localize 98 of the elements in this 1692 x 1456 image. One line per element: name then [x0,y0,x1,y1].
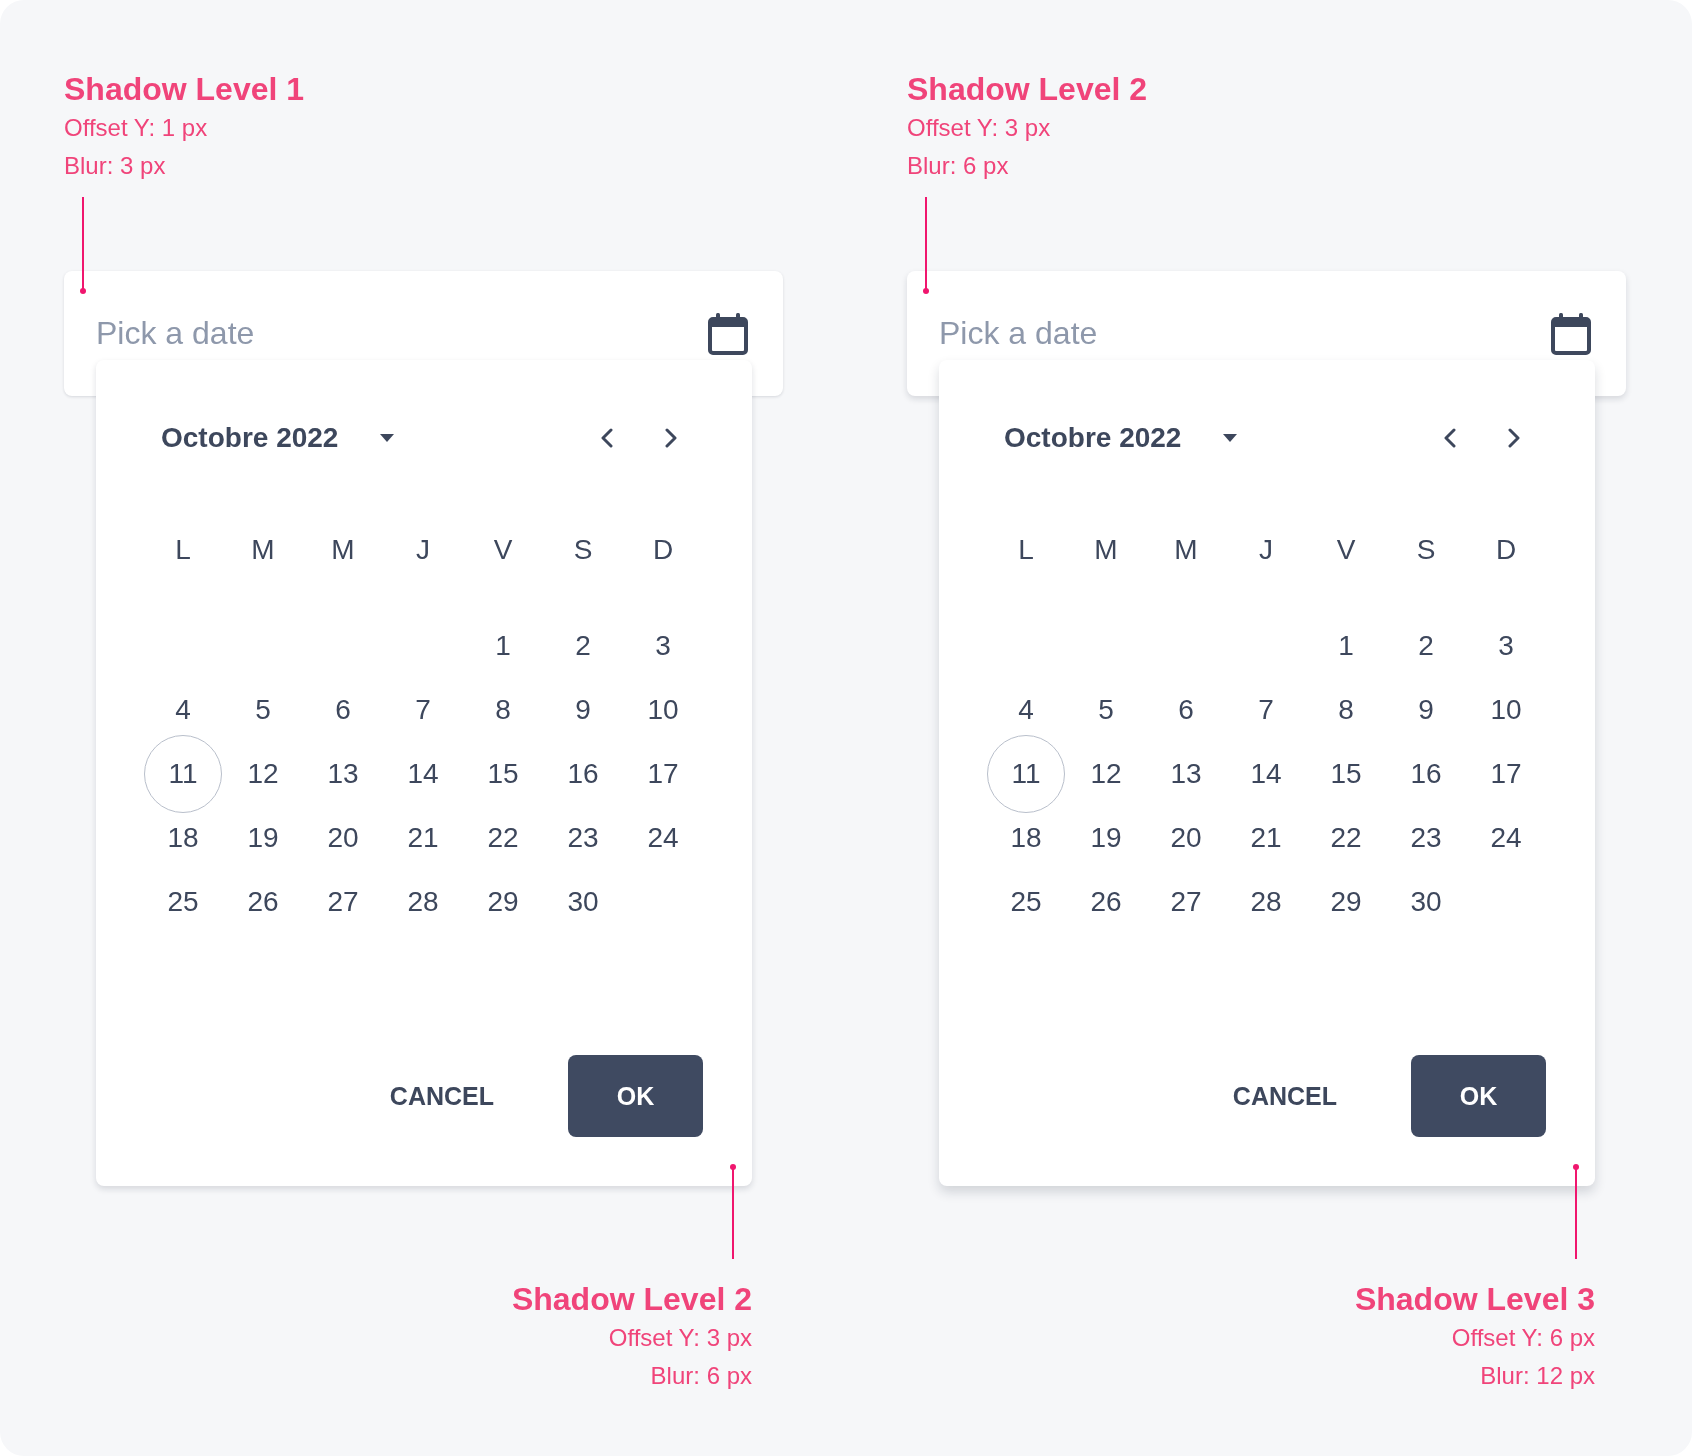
calendar-day[interactable]: 2 [1418,629,1434,663]
chevron-right-icon [665,428,677,448]
ok-button[interactable]: OK [568,1055,703,1137]
calendar-day[interactable]: 1 [1338,629,1354,663]
calendar-day[interactable]: 15 [1330,757,1362,791]
offset-label: Offset Y: 6 px [1451,1324,1595,1351]
annotation-title: Shadow Level 3 [1354,1281,1595,1317]
calendar-day[interactable]: 2 [575,629,591,663]
calendar-day[interactable]: 26 [1090,885,1122,919]
weekday-label: M [331,534,355,566]
calendar-day[interactable]: 19 [1090,821,1122,855]
calendar-day[interactable]: 13 [327,757,359,791]
calendar-day[interactable]: 29 [487,885,519,919]
calendar-day[interactable]: 8 [1338,693,1354,727]
weekday-label: L [175,534,191,566]
calendar-day[interactable]: 6 [335,693,351,727]
annotation-title: Shadow Level 2 [511,1281,752,1317]
chevron-left-icon [1444,428,1456,448]
calendar-day[interactable]: 26 [247,885,279,919]
calendar-day[interactable]: 14 [407,757,439,791]
calendar-day[interactable]: 20 [327,821,359,855]
calendar-day[interactable]: 7 [415,693,431,727]
weekday-label: M [1174,534,1198,566]
calendar-day[interactable]: 4 [1018,693,1034,727]
ok-button[interactable]: OK [1411,1055,1546,1137]
weekday-label: J [1259,534,1273,566]
caret-down-icon [1223,434,1238,442]
calendar-day[interactable]: 6 [1178,693,1194,727]
calendar-day[interactable]: 12 [247,757,279,791]
calendar-day[interactable]: 15 [487,757,519,791]
calendar-day[interactable]: 23 [1410,821,1442,855]
calendar-day[interactable]: 3 [1498,629,1514,663]
calendar-day[interactable]: 28 [1250,885,1282,919]
weekday-label: V [493,534,513,566]
calendar-day[interactable]: 21 [1250,821,1282,855]
calendar-day[interactable]: 5 [255,693,271,727]
calendar-day[interactable]: 27 [1170,885,1202,919]
calendar-day[interactable]: 24 [1490,821,1522,855]
chevron-left-icon [601,428,613,448]
offset-label: Offset Y: 1 px [64,114,208,141]
weekday-label: M [1094,534,1118,566]
calendar-day[interactable]: 16 [1410,757,1442,791]
calendar-day[interactable]: 8 [495,693,511,727]
weekday-label: M [251,534,275,566]
cancel-button[interactable]: CANCEL [1208,1055,1361,1137]
month-select[interactable]: Octobre 2022 [1004,422,1238,454]
calendar-day[interactable]: 7 [1258,693,1274,727]
month-select[interactable]: Octobre 2022 [161,422,395,454]
annotation-title: Shadow Level 1 [64,71,305,107]
blur-label: Blur: 6 px [650,1362,752,1389]
calendar-day[interactable]: 5 [1098,693,1114,727]
calendar-day[interactable]: 25 [167,885,199,919]
offset-label: Offset Y: 3 px [907,114,1051,141]
calendar-day[interactable]: 12 [1090,757,1122,791]
blur-label: Blur: 3 px [64,152,166,179]
calendar-day[interactable]: 3 [655,629,671,663]
calendar-day[interactable]: 10 [647,693,679,727]
calendar-icon[interactable] [708,313,748,355]
calendar-day[interactable]: 22 [1330,821,1362,855]
weekday-label: S [1416,534,1436,566]
weekday-label: V [1336,534,1356,566]
calendar-day[interactable]: 22 [487,821,519,855]
calendar-day[interactable]: 23 [567,821,599,855]
calendar-day[interactable]: 14 [1250,757,1282,791]
calendar-day[interactable]: 25 [1010,885,1042,919]
weekday-label: L [1018,534,1034,566]
weekday-label: S [573,534,593,566]
calendar-day[interactable]: 20 [1170,821,1202,855]
caret-down-icon [380,434,395,442]
calendar-day[interactable]: 4 [175,693,191,727]
weekday-label: D [652,534,674,566]
calendar-day[interactable]: 16 [567,757,599,791]
blur-label: Blur: 6 px [907,152,1009,179]
calendar-day[interactable]: 29 [1330,885,1362,919]
weekday-label: J [416,534,430,566]
cancel-button[interactable]: CANCEL [365,1055,518,1137]
calendar-day[interactable]: 24 [647,821,679,855]
calendar-day[interactable]: 30 [1410,885,1442,919]
calendar-icon[interactable] [1551,313,1591,355]
annotation-title: Shadow Level 2 [907,71,1148,107]
calendar-day[interactable]: 30 [567,885,599,919]
calendar-day[interactable]: 13 [1170,757,1202,791]
calendar-day[interactable]: 17 [1490,757,1522,791]
calendar-day[interactable]: 21 [407,821,439,855]
weekday-label: D [1495,534,1517,566]
calendar-day[interactable]: 10 [1490,693,1522,727]
calendar-day[interactable]: 27 [327,885,359,919]
calendar-day[interactable]: 9 [1418,693,1434,727]
calendar-day[interactable]: 18 [167,821,199,855]
chevron-right-icon [1508,428,1520,448]
calendar-day[interactable]: 28 [407,885,439,919]
calendar-day[interactable]: 17 [647,757,679,791]
calendar-day[interactable]: 19 [247,821,279,855]
offset-label: Offset Y: 3 px [608,1324,752,1351]
blur-label: Blur: 12 px [1480,1362,1595,1389]
calendar-day[interactable]: 18 [1010,821,1042,855]
calendar-day[interactable]: 1 [495,629,511,663]
calendar-day[interactable]: 9 [575,693,591,727]
